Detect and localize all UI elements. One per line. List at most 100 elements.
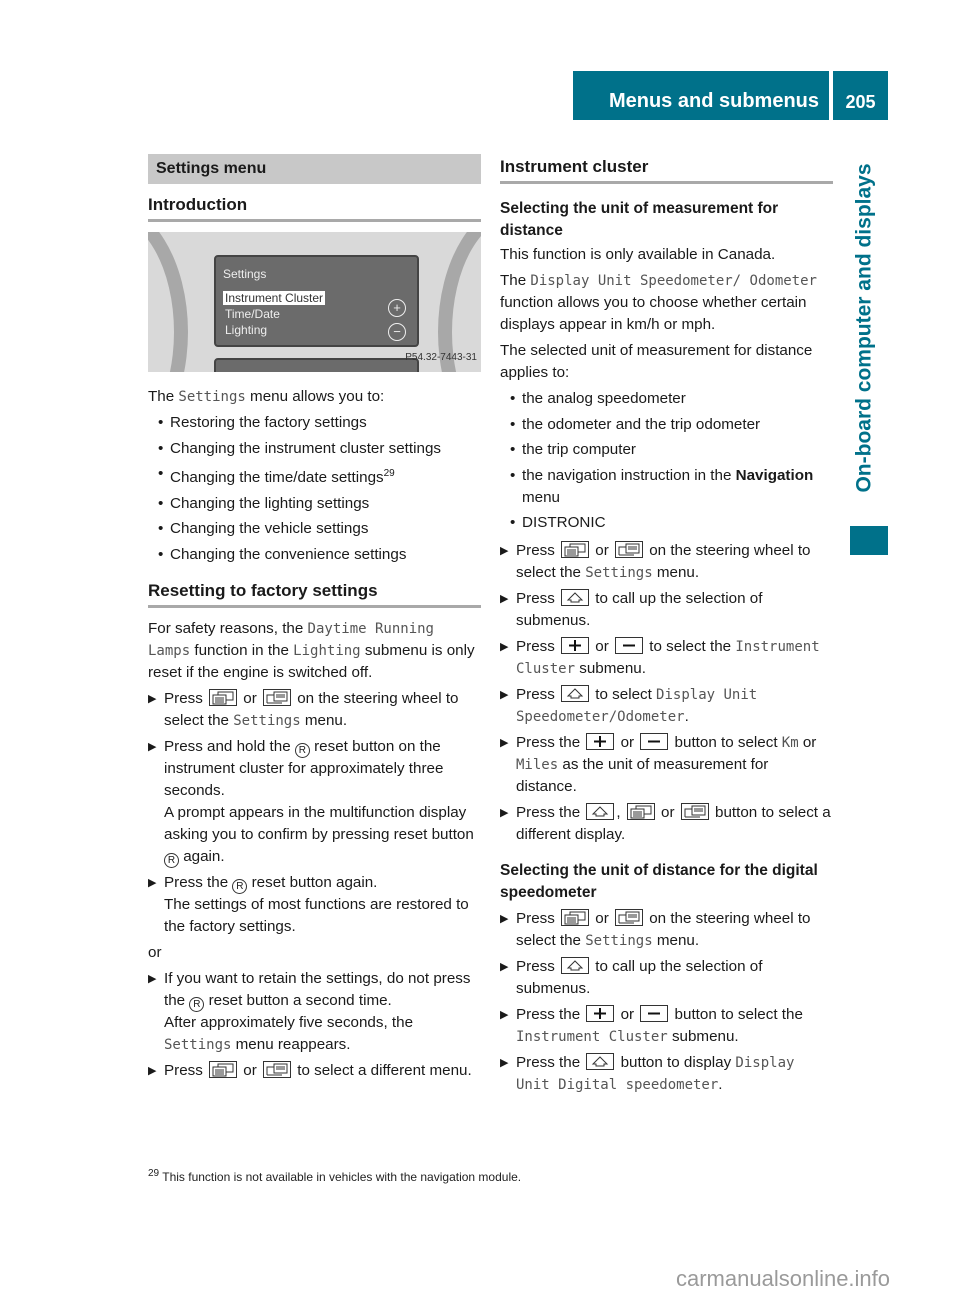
text-run: button to display	[616, 1054, 736, 1071]
applies-to-list: the analog speedometer the odometer and t…	[500, 388, 833, 534]
bullet-item: the navigation instruction in the Naviga…	[510, 465, 833, 509]
bold-term: Navigation	[735, 466, 814, 484]
left-column: Settings menu Introduction Settings Inst…	[148, 154, 481, 1086]
text-run: Press the	[516, 1054, 585, 1071]
text-run: Press the	[164, 873, 233, 891]
plus-icon	[586, 1005, 615, 1022]
text-run: Press the	[516, 1006, 585, 1023]
text-run: button to select the	[670, 1006, 803, 1023]
text-run: ,	[616, 804, 625, 821]
text-run: menu allows you to:	[245, 388, 385, 405]
display-term: Instrument Cluster	[516, 1029, 668, 1045]
text-run: For safety reasons, the	[148, 619, 308, 637]
unit-measurement-heading: Selecting the unit of measurement for di…	[500, 200, 779, 239]
bullet-item: Changing the instrument cluster settings	[158, 438, 481, 460]
text-run: or	[239, 1061, 261, 1079]
text-run: Changing the convenience settings	[170, 545, 407, 563]
paragraph: This function is only available in Canad…	[500, 244, 833, 266]
text-run: Press	[516, 590, 560, 607]
menu-back-icon	[209, 1060, 238, 1078]
text-run: or	[591, 542, 613, 559]
text-run: Changing the instrument cluster settings	[170, 439, 441, 457]
display-term: Display Unit Speedometer/ Odometer	[530, 273, 817, 289]
bullet-item: the analog speedometer	[510, 388, 833, 410]
text-run: A prompt appears in the multifunction di…	[164, 803, 474, 843]
figure-code: P54.32-7443-31	[405, 352, 477, 363]
text-run: button to select	[670, 734, 782, 751]
text-run: Press the	[516, 804, 585, 821]
text-run: reset button a second time.	[204, 991, 392, 1009]
display-item-selected: Instrument Cluster	[223, 291, 326, 305]
bullet-item: the odometer and the trip odometer	[510, 414, 833, 436]
text-run: Changing the time/date settings	[170, 469, 384, 487]
instruction-step: Press or on the steering wheel to select…	[500, 908, 833, 952]
up-arrow-icon	[561, 589, 590, 606]
text-run: Press	[516, 638, 560, 655]
minus-icon	[640, 1005, 669, 1022]
watermark: carmanualsonline.info	[676, 1266, 891, 1291]
right-column: Instrument cluster Selecting the unit of…	[500, 154, 833, 1100]
text-run: Press the	[516, 734, 585, 751]
multifunction-display: Settings Instrument Cluster Time/Date Li…	[214, 255, 419, 347]
menu-back-icon	[209, 688, 238, 706]
text-run: Press	[164, 689, 208, 707]
text-run: the trip computer	[522, 441, 636, 458]
instruction-step: Press the button to display Display Unit…	[500, 1052, 833, 1096]
instruction-step: Press or on the steering wheel to select…	[500, 540, 833, 584]
text-run: function in the	[190, 641, 294, 659]
text-run: menu.	[652, 932, 700, 949]
instrument-cluster-heading: Instrument cluster	[500, 156, 833, 184]
instruction-step: Press or to select the Instrument Cluste…	[500, 636, 833, 680]
menu-forward-icon	[680, 803, 709, 820]
text-run: The	[500, 272, 531, 289]
bullet-item: Changing the vehicle settings	[158, 518, 481, 540]
lower-display	[214, 358, 419, 372]
instruction-step: Press or to select a different menu.	[148, 1060, 481, 1082]
display-item: Time/Date	[225, 307, 280, 321]
display-term: Miles	[516, 757, 559, 773]
menu-forward-icon	[263, 1060, 291, 1078]
reset-icon: R	[294, 742, 310, 758]
text-run: .	[684, 708, 689, 725]
introduction-heading: Introduction	[148, 194, 481, 222]
text-run: the navigation instruction in the	[522, 466, 736, 484]
instruction-step: Press to call up the selection of submen…	[500, 588, 833, 632]
unit-measurement-paras: This function is only available in Canad…	[500, 244, 833, 384]
text-run: or	[616, 734, 639, 751]
display-term: Settings	[233, 712, 301, 729]
instruction-step: Press or on the steering wheel to select…	[148, 688, 481, 732]
plus-icon	[586, 733, 615, 750]
up-arrow-icon	[561, 685, 590, 702]
text-run: menu.	[300, 711, 348, 729]
text-run: or	[616, 1006, 639, 1023]
menu-forward-icon	[263, 688, 291, 706]
display-title: Settings	[223, 267, 267, 281]
text-run: or	[656, 804, 679, 821]
text-run: menu reappears.	[231, 1035, 351, 1053]
minus-circle-icon: −	[388, 323, 406, 341]
plus-circle-icon: +	[388, 299, 406, 317]
text-run: The selected unit of measurement for dis…	[500, 342, 813, 381]
reset-icon: R	[232, 878, 248, 894]
up-arrow-icon	[586, 1053, 615, 1070]
reset-heading: Resetting to factory settings	[148, 580, 481, 608]
intro-bullets: Restoring the factory settings Changing t…	[148, 412, 481, 566]
text-run: Changing the vehicle settings	[170, 520, 369, 538]
bullet-item: Restoring the factory settings	[158, 412, 481, 434]
text-run: This function is only available in Canad…	[500, 246, 776, 263]
menu-back-icon	[561, 909, 590, 926]
text-run: Restoring the factory settings	[170, 414, 367, 431]
text-run: The	[148, 388, 179, 405]
text-run: or	[798, 734, 817, 751]
reset-text: For safety reasons, the Daytime Running …	[148, 618, 481, 684]
display-term: Settings	[178, 389, 246, 405]
text-run: reset button again.	[247, 873, 378, 891]
instruction-step: Press the , or button to select a differ…	[500, 802, 833, 846]
text-run: DISTRONIC	[522, 514, 606, 531]
instruction-step: Press the or button to select Km or Mile…	[500, 732, 833, 798]
text-run: or	[148, 943, 162, 961]
display-term: Settings	[585, 933, 653, 949]
header-title-text: Menus and submenus	[608, 90, 819, 112]
page-number: 205	[833, 71, 888, 120]
instrument-cluster-figure: Settings Instrument Cluster Time/Date Li…	[148, 232, 481, 372]
